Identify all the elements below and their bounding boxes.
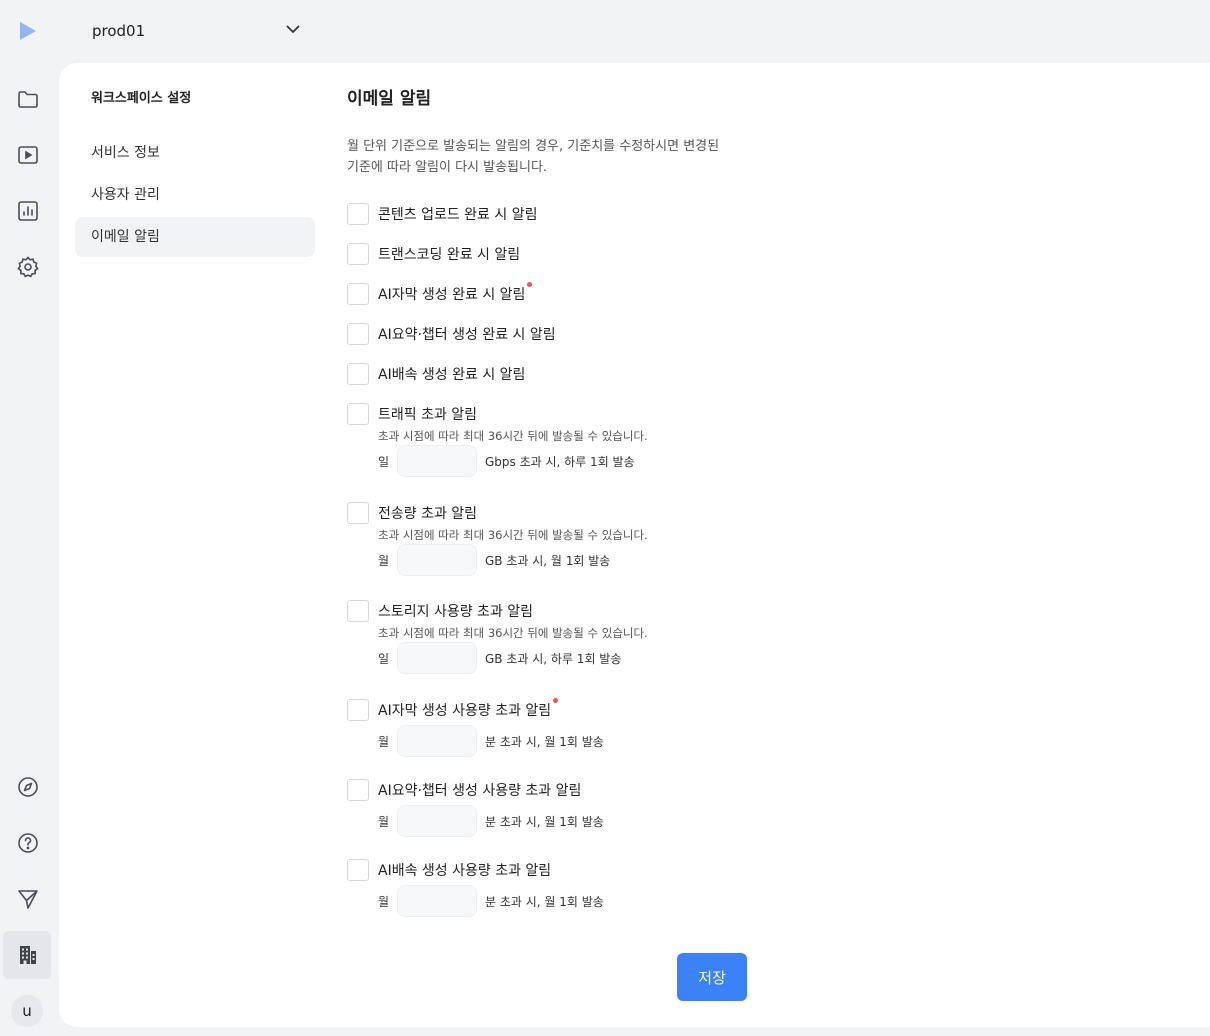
- alert-label: 스토리지 사용량 초과 알림: [378, 604, 534, 620]
- alert-option-ai-subtitle-usage: AI자막 생성 사용량 초과 알림 월 분 초과 시, 월 1회 발송: [347, 698, 604, 757]
- save-button[interactable]: 저장: [677, 953, 747, 1001]
- threshold-period: 일: [378, 651, 390, 666]
- threshold-row: 일 Gbps 초과 시, 하루 1회 발송: [378, 445, 648, 477]
- alert-hint: 초과 시점에 따라 최대 36시간 뒤에 발송될 수 있습니다.: [378, 626, 648, 640]
- help-icon[interactable]: [15, 830, 41, 856]
- alert-option-ai-summary: AI요약·챕터 생성 완료 시 알림: [347, 323, 556, 345]
- alert-checkbox-ai-speed[interactable]: [347, 363, 369, 385]
- alert-checkbox-transfer[interactable]: [347, 502, 369, 524]
- new-badge-dot: [553, 698, 559, 703]
- alert-label: 전송량 초과 알림: [378, 506, 478, 522]
- alert-checkbox-upload[interactable]: [347, 203, 369, 225]
- alert-option-transfer: 전송량 초과 알림 초과 시점에 따라 최대 36시간 뒤에 발송될 수 있습니…: [347, 502, 648, 576]
- alert-checkbox-ai-speed-usage[interactable]: [347, 859, 369, 881]
- settings-card: 워크스페이스 설정 서비스 정보 사용자 관리 이메일 알림 이메일 알림 월 …: [59, 63, 1210, 1027]
- alert-checkbox-storage[interactable]: [347, 600, 369, 622]
- alert-label: AI요약·챕터 생성 사용량 초과 알림: [378, 783, 582, 799]
- new-badge-dot: [527, 282, 533, 287]
- threshold-period: 월: [378, 553, 390, 568]
- alert-label: AI자막 생성 완료 시 알림: [378, 282, 533, 304]
- alert-option-ai-subtitle: AI자막 생성 완료 시 알림: [347, 282, 533, 305]
- threshold-period: 월: [378, 814, 390, 829]
- alert-option-transcoding: 트랜스코딩 완료 시 알림: [347, 243, 520, 265]
- alert-label: AI배속 생성 사용량 초과 알림: [378, 863, 552, 879]
- alert-checkbox-ai-subtitle[interactable]: [347, 283, 369, 305]
- folder-icon[interactable]: [15, 86, 41, 112]
- alert-option-ai-summary-usage: AI요약·챕터 생성 사용량 초과 알림 월 분 초과 시, 월 1회 발송: [347, 779, 604, 837]
- alert-option-ai-speed-usage: AI배속 생성 사용량 초과 알림 월 분 초과 시, 월 1회 발송: [347, 859, 604, 917]
- alert-hint: 초과 시점에 따라 최대 36시간 뒤에 발송될 수 있습니다.: [378, 528, 648, 542]
- threshold-period: 월: [378, 894, 390, 909]
- alert-label: 트랜스코딩 완료 시 알림: [378, 247, 521, 263]
- alert-label-text: AI자막 생성 완료 시 알림: [378, 287, 526, 303]
- threshold-unit: 분 초과 시, 월 1회 발송: [485, 734, 604, 749]
- subnav-item-email-alerts[interactable]: 이메일 알림: [75, 217, 315, 257]
- threshold-unit: GB 초과 시, 월 1회 발송: [485, 553, 611, 568]
- alert-label: AI자막 생성 사용량 초과 알림: [378, 698, 559, 720]
- threshold-input-transfer[interactable]: [397, 544, 477, 576]
- subnav-title: 워크스페이스 설정: [91, 91, 192, 106]
- threshold-unit: 분 초과 시, 월 1회 발송: [485, 814, 604, 829]
- settings-icon[interactable]: [15, 254, 41, 280]
- threshold-unit: 분 초과 시, 월 1회 발송: [485, 894, 604, 909]
- threshold-period: 일: [378, 454, 390, 469]
- workspace-name: prod01: [92, 22, 146, 40]
- alert-checkbox-ai-summary[interactable]: [347, 323, 369, 345]
- alert-checkbox-transcoding[interactable]: [347, 243, 369, 265]
- workspace-select[interactable]: prod01: [92, 18, 302, 44]
- threshold-period: 월: [378, 734, 390, 749]
- alert-option-ai-speed: AI배속 생성 완료 시 알림: [347, 363, 525, 385]
- page-description: 월 단위 기준으로 발송되는 알림의 경우, 기준치를 수정하시면 변경된 기준…: [347, 139, 720, 175]
- send-icon[interactable]: [15, 886, 41, 912]
- subnav-item-user-management[interactable]: 사용자 관리: [75, 175, 315, 215]
- threshold-unit: Gbps 초과 시, 하루 1회 발송: [485, 454, 635, 469]
- threshold-unit: GB 초과 시, 하루 1회 발송: [485, 651, 622, 666]
- alert-option-traffic: 트래픽 초과 알림 초과 시점에 따라 최대 36시간 뒤에 발송될 수 있습니…: [347, 403, 648, 477]
- compass-icon[interactable]: [15, 774, 41, 800]
- alert-hint: 초과 시점에 따라 최대 36시간 뒤에 발송될 수 있습니다.: [378, 429, 648, 443]
- subnav-item-service-info[interactable]: 서비스 정보: [75, 133, 315, 173]
- alert-label: 트래픽 초과 알림: [378, 407, 478, 423]
- threshold-input-ai-speed-usage[interactable]: [397, 885, 477, 917]
- video-icon[interactable]: [15, 142, 41, 168]
- threshold-row: 월 GB 초과 시, 월 1회 발송: [378, 544, 648, 576]
- left-rail: u: [0, 0, 58, 1036]
- threshold-input-traffic[interactable]: [397, 445, 477, 477]
- email-alerts-section: 이메일 알림 월 단위 기준으로 발송되는 알림의 경우, 기준치를 수정하시면…: [347, 89, 847, 917]
- settings-subnav: 워크스페이스 설정 서비스 정보 사용자 관리 이메일 알림: [75, 89, 315, 257]
- alert-option-storage: 스토리지 사용량 초과 알림 초과 시점에 따라 최대 36시간 뒤에 발송될 …: [347, 600, 648, 674]
- avatar[interactable]: u: [11, 995, 43, 1027]
- threshold-row: 일 GB 초과 시, 하루 1회 발송: [378, 642, 648, 674]
- alert-option-upload: 콘텐츠 업로드 완료 시 알림: [347, 203, 537, 225]
- threshold-row: 월 분 초과 시, 월 1회 발송: [378, 885, 604, 917]
- alert-label: AI배속 생성 완료 시 알림: [378, 367, 526, 383]
- threshold-input-ai-subtitle-usage[interactable]: [397, 725, 477, 757]
- chevron-down-icon: [284, 20, 302, 42]
- alert-label-text: AI자막 생성 사용량 초과 알림: [378, 703, 552, 719]
- alert-label: 콘텐츠 업로드 완료 시 알림: [378, 207, 538, 223]
- threshold-input-storage[interactable]: [397, 642, 477, 674]
- threshold-row: 월 분 초과 시, 월 1회 발송: [378, 725, 604, 757]
- alert-checkbox-ai-subtitle-usage[interactable]: [347, 699, 369, 721]
- page-title: 이메일 알림: [347, 89, 432, 109]
- analytics-icon[interactable]: [15, 198, 41, 224]
- alert-checkbox-ai-summary-usage[interactable]: [347, 779, 369, 801]
- alert-label: AI요약·챕터 생성 완료 시 알림: [378, 327, 556, 343]
- building-icon[interactable]: [15, 942, 41, 968]
- play-logo-icon[interactable]: [17, 20, 39, 42]
- alert-checkbox-traffic[interactable]: [347, 403, 369, 425]
- threshold-row: 월 분 초과 시, 월 1회 발송: [378, 805, 604, 837]
- threshold-input-ai-summary-usage[interactable]: [397, 805, 477, 837]
